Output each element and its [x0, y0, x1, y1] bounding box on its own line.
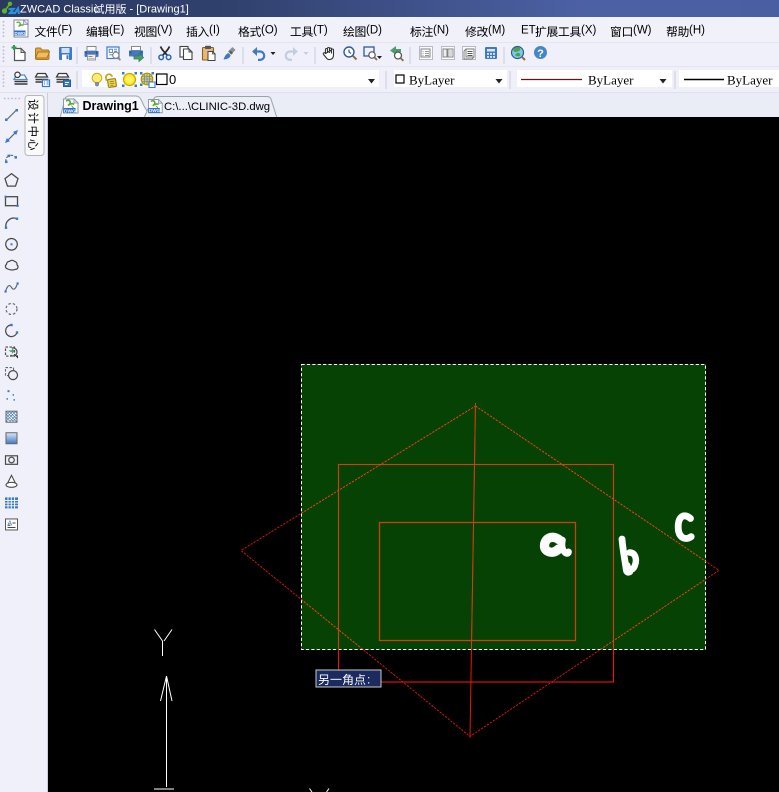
svg-text:- [Drawing1]: - [Drawing1]: [130, 4, 189, 16]
svg-text:ByLayer: ByLayer: [588, 73, 634, 88]
svg-text:ByLayer: ByLayer: [727, 73, 773, 88]
svg-text:(N): (N): [433, 25, 449, 37]
svg-text:?: ?: [537, 48, 544, 60]
svg-text::: :: [367, 673, 370, 687]
svg-text:ZWCAD Classic: ZWCAD Classic: [20, 4, 99, 16]
svg-text:(M): (M): [488, 25, 505, 37]
svg-text:(H): (H): [689, 25, 705, 37]
svg-text:(V): (V): [157, 25, 173, 37]
svg-text:(E): (E): [109, 25, 125, 37]
svg-text:DWG: DWG: [149, 108, 161, 113]
svg-text:ByLayer: ByLayer: [409, 73, 455, 88]
svg-text:(O): (O): [261, 25, 278, 37]
svg-text:(X): (X): [581, 25, 597, 37]
svg-text:C:\...\CLINIC-3D.dwg: C:\...\CLINIC-3D.dwg: [164, 101, 270, 113]
svg-text:DWG: DWG: [64, 108, 76, 114]
svg-text:(D): (D): [366, 25, 382, 37]
svg-text:DWG: DWG: [14, 31, 26, 36]
svg-text:ET: ET: [521, 25, 536, 37]
svg-text:(T): (T): [313, 25, 328, 37]
svg-text:(I): (I): [209, 25, 220, 37]
svg-text:Drawing1: Drawing1: [83, 99, 139, 113]
svg-text:(F): (F): [58, 25, 73, 37]
svg-text:A: A: [8, 520, 13, 527]
svg-text:0: 0: [169, 72, 176, 87]
svg-text:(W): (W): [633, 25, 652, 37]
